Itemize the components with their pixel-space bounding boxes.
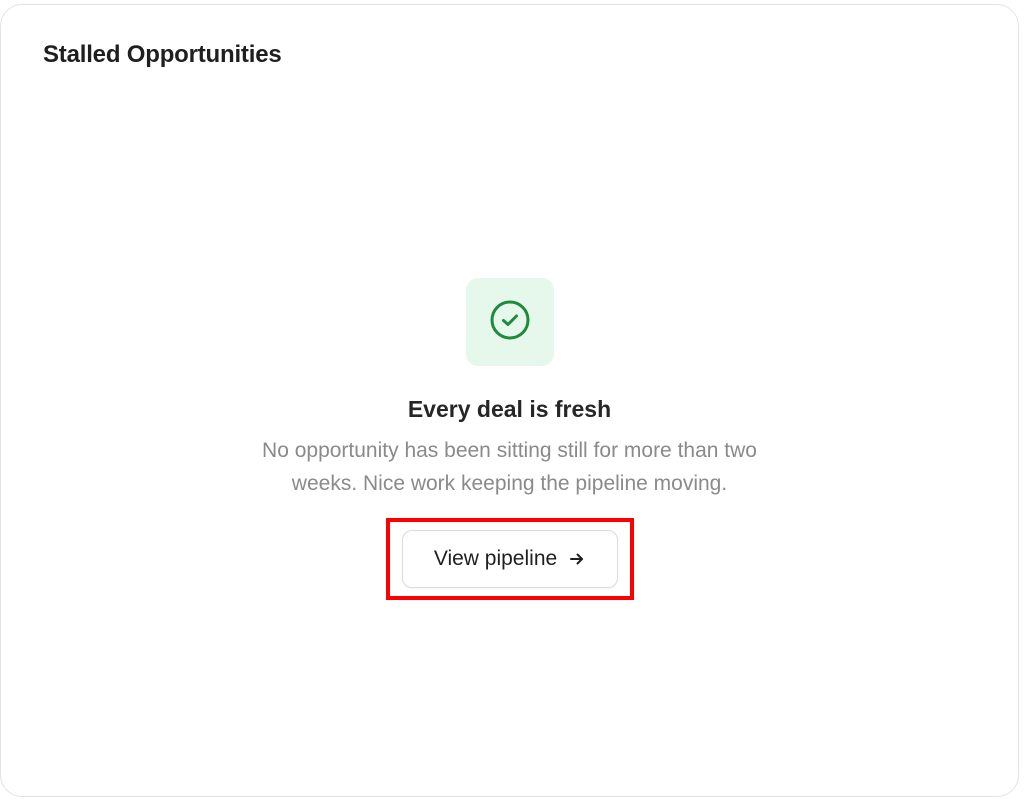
stalled-opportunities-card: Stalled Opportunities Every deal is fres…: [0, 4, 1019, 797]
check-circle-icon: [488, 298, 532, 347]
empty-state-description: No opportunity has been sitting still fo…: [262, 439, 757, 495]
icon-tile: [465, 278, 554, 366]
view-pipeline-button[interactable]: View pipeline: [401, 530, 618, 588]
highlight-box: View pipeline: [385, 518, 634, 600]
arrow-right-icon: [569, 551, 585, 567]
card-title: Stalled Opportunities: [43, 41, 282, 68]
empty-state-heading: Every deal is fresh: [407, 396, 612, 422]
empty-state: Every deal is fresh No opportunity has b…: [1, 278, 1018, 600]
view-pipeline-label: View pipeline: [433, 547, 558, 570]
